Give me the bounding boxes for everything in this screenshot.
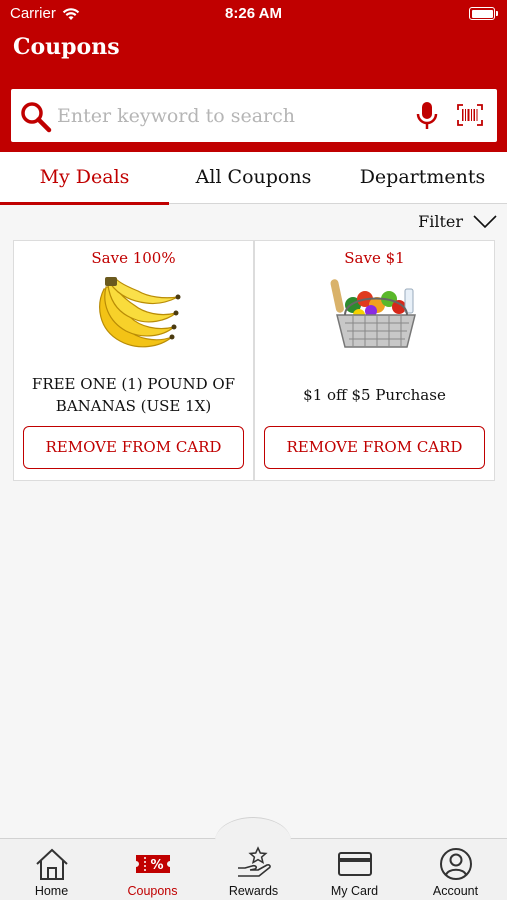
status-bar: Carrier 8:26 AM	[0, 0, 507, 28]
search-icon[interactable]	[19, 100, 53, 134]
nav-rewards[interactable]: Rewards	[203, 839, 304, 900]
search-input[interactable]	[57, 101, 377, 131]
coupon-title-line2: BANANAS (USE 1X)	[55, 397, 212, 415]
chevron-down-icon	[473, 214, 497, 228]
svg-text:%: %	[150, 858, 163, 873]
status-time: 8:26 AM	[225, 5, 282, 22]
coupon-title: FREE ONE (1) POUND OF BANANAS (USE 1X)	[22, 373, 245, 417]
coupon-card: Save 100% FREE ONE (1) POUND OF BANANAS …	[13, 240, 254, 481]
coupon-title: $1 off $5 Purchase	[263, 384, 486, 406]
coupon-title-line1: FREE ONE (1) POUND OF	[31, 375, 236, 393]
battery-icon	[469, 7, 498, 20]
search-box	[11, 89, 497, 142]
nav-label-my-card: My Card	[330, 884, 379, 898]
coupon-icon: %	[135, 855, 170, 873]
tab-my-deals[interactable]: My Deals	[0, 152, 169, 205]
coupon-grid: Save 100% FREE ONE (1) POUND OF BANANAS …	[13, 240, 495, 481]
nav-label-rewards: Rewards	[228, 884, 279, 898]
filter-button[interactable]: Filter	[418, 212, 497, 231]
header: Carrier 8:26 AM Coupons	[0, 0, 507, 152]
rewards-icon	[237, 846, 271, 877]
microphone-icon[interactable]	[415, 101, 439, 131]
home-icon	[35, 848, 68, 880]
account-icon	[439, 848, 472, 880]
nav-my-card[interactable]: My Card	[304, 839, 405, 900]
bananas-image	[98, 277, 180, 348]
nav-coupons[interactable]: % Coupons	[102, 839, 203, 900]
nav-label-coupons: Coupons	[127, 884, 178, 898]
grocery-basket-image	[330, 279, 416, 348]
nav-label-home: Home	[34, 884, 69, 898]
filter-label: Filter	[418, 212, 463, 231]
card-icon	[337, 852, 372, 876]
remove-from-card-button[interactable]: REMOVE FROM CARD	[264, 426, 485, 469]
nav-account[interactable]: Account	[405, 839, 506, 900]
tab-bar: My Deals All Coupons Departments	[0, 152, 507, 205]
nav-label-account: Account	[432, 884, 479, 898]
coupon-save-label: Save $1	[344, 249, 405, 267]
page-title: Coupons	[13, 34, 120, 60]
tab-departments[interactable]: Departments	[338, 152, 507, 204]
coupon-save-label: Save 100%	[91, 249, 176, 267]
tab-all-coupons[interactable]: All Coupons	[169, 152, 338, 204]
barcode-scan-icon[interactable]	[457, 104, 483, 126]
remove-from-card-button[interactable]: REMOVE FROM CARD	[23, 426, 244, 469]
nav-home[interactable]: Home	[1, 839, 102, 900]
coupon-title-line1: $1 off $5 Purchase	[303, 386, 446, 404]
coupon-card: Save $1 $1 off $5 Purchase REMOVE FROM C…	[254, 240, 495, 481]
bottom-nav: Home % Coupons Rewards My Card Account	[0, 817, 507, 900]
